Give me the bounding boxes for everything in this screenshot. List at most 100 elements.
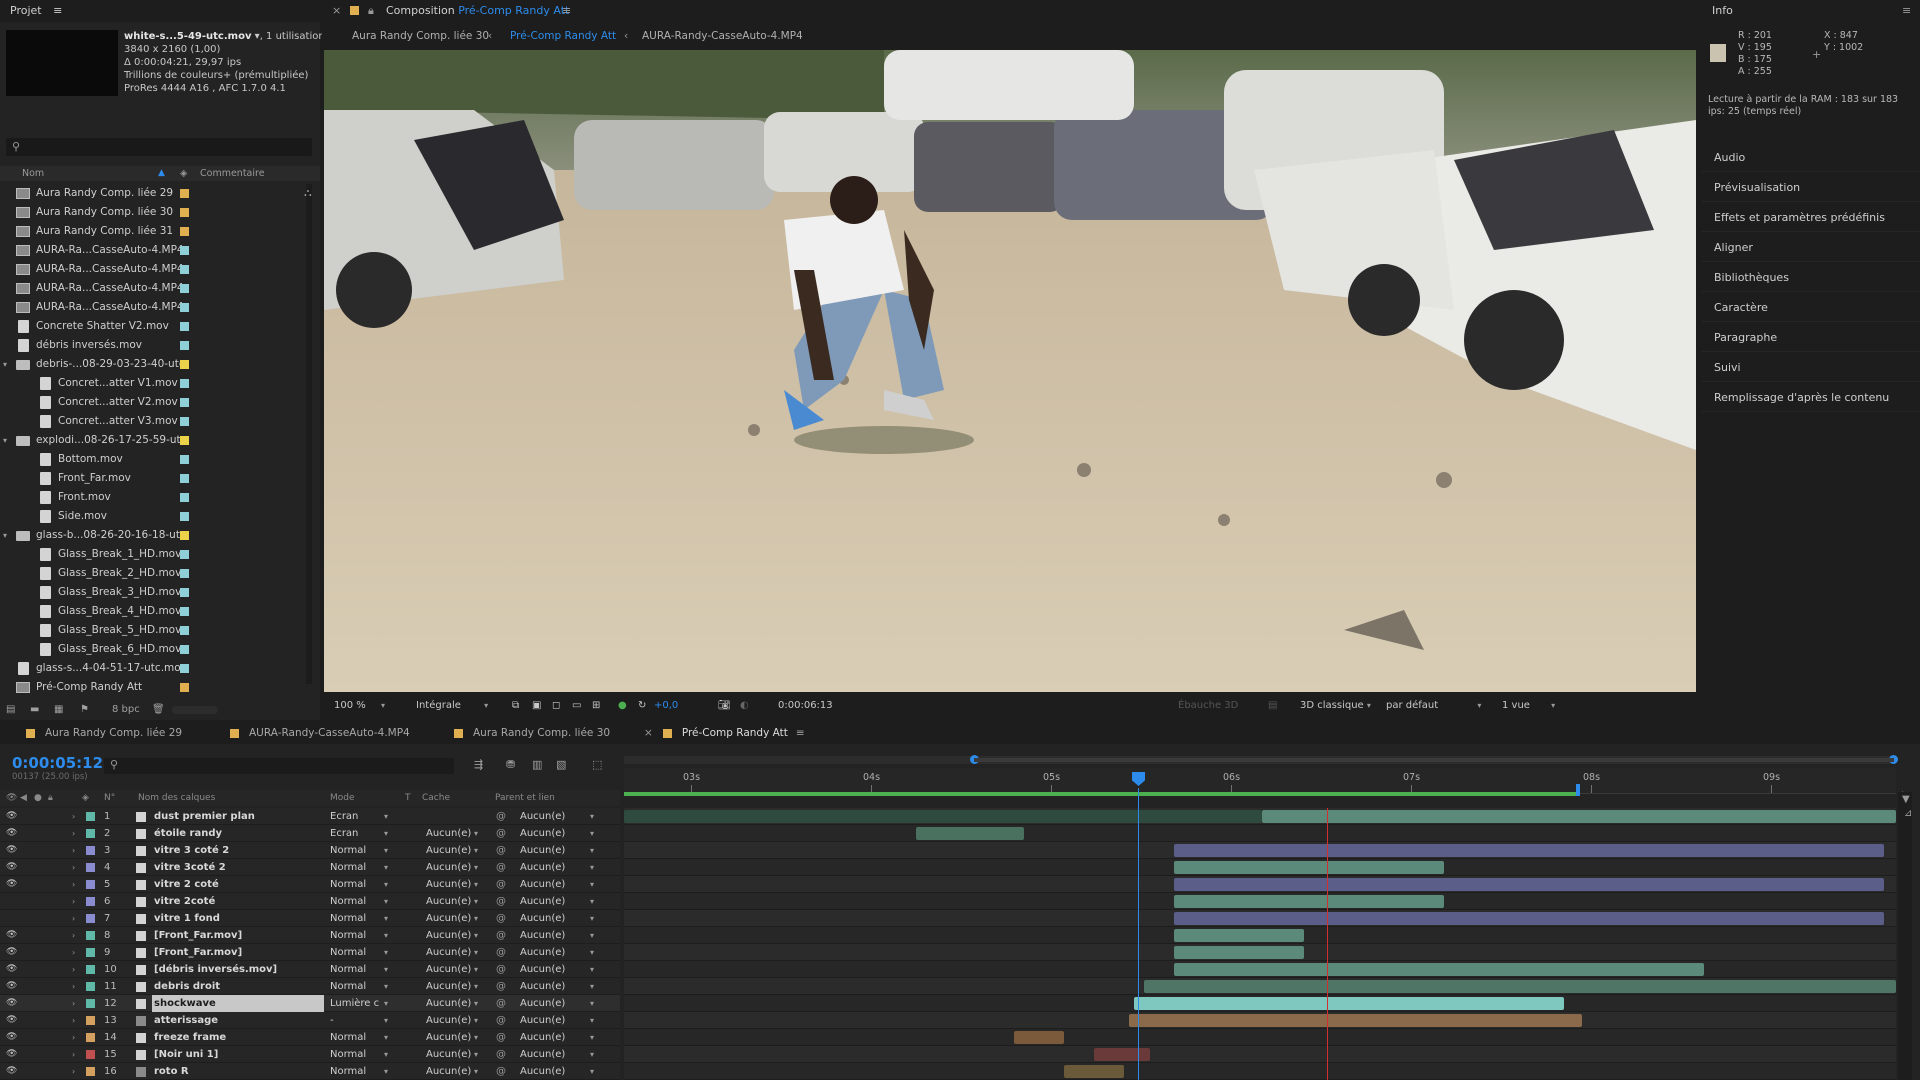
label-color-swatch[interactable] — [180, 379, 189, 388]
layer-name[interactable]: [Noir uni 1] — [152, 1046, 324, 1063]
chevron-down-icon[interactable]: ▾ — [384, 995, 388, 1012]
layer-label-swatch[interactable] — [86, 982, 95, 991]
label-color-swatch[interactable] — [180, 322, 189, 331]
current-timecode[interactable]: 0:00:06:13 — [778, 696, 833, 716]
label-color-swatch[interactable] — [180, 607, 189, 616]
expand-chevron-icon[interactable]: › — [72, 893, 75, 910]
parent-select[interactable]: Aucun(e) — [520, 1046, 565, 1063]
project-item[interactable]: Glass_Break_1_HD.mov — [0, 545, 304, 564]
layer-name[interactable]: [débris inversés.mov] — [152, 961, 324, 978]
num-header[interactable]: N° — [104, 790, 115, 806]
project-search-input[interactable]: ⚲ — [6, 138, 312, 156]
layer-label-swatch[interactable] — [86, 931, 95, 940]
project-item[interactable]: Front.mov — [0, 488, 304, 507]
pick-whip-icon[interactable]: @ — [496, 808, 506, 825]
views-select[interactable]: 1 vue ▾ — [1502, 696, 1566, 716]
project-item[interactable]: Front_Far.mov — [0, 469, 304, 488]
layer-label-swatch[interactable] — [86, 965, 95, 974]
layer-label-swatch[interactable] — [86, 948, 95, 957]
project-item[interactable]: Pré-Comp Randy Att — [0, 678, 304, 697]
label-color-swatch[interactable] — [180, 246, 189, 255]
chevron-down-icon[interactable]: ▾ — [3, 355, 7, 374]
layer-duration-bar[interactable] — [1134, 997, 1564, 1010]
layer-row[interactable]: 👁︎ › 3 vitre 3 coté 2 Normal ▾ Aucun(e) ▾ @ Aucun… — [0, 842, 620, 859]
lock-header-icon[interactable]: 🔒︎ — [48, 790, 53, 806]
chevron-down-icon[interactable]: ▾ — [590, 893, 594, 910]
label-color-swatch[interactable] — [180, 398, 189, 407]
t-header[interactable]: T — [405, 790, 411, 806]
bit-depth-label[interactable]: 8 bpc — [112, 700, 140, 720]
fast-previews-icon[interactable]: ⧉ — [512, 696, 519, 716]
layer-duration-bar[interactable] — [624, 810, 1262, 823]
cache-header[interactable]: Cache — [422, 790, 450, 806]
chevron-down-icon[interactable]: ▾ — [590, 910, 594, 927]
panel-header-1[interactable]: Prévisualisation — [1702, 174, 1920, 202]
pick-whip-icon[interactable]: @ — [496, 910, 506, 927]
label-color-swatch[interactable] — [180, 645, 189, 654]
timeline-tab[interactable]: Aura Randy Comp. liée 29 — [26, 722, 182, 744]
chevron-down-icon[interactable]: ▾ — [384, 893, 388, 910]
parent-select[interactable]: Aucun(e) — [520, 961, 565, 978]
chevron-down-icon[interactable]: ▾ — [590, 1029, 594, 1046]
layer-label-swatch[interactable] — [86, 829, 95, 838]
label-color-swatch[interactable] — [180, 436, 189, 445]
project-item[interactable]: ▾ explodi...08-26-17-25-59-utc — [0, 431, 304, 450]
breadcrumb-item-2[interactable]: Pré-Comp Randy Att — [510, 26, 616, 46]
track-matte-select[interactable]: Aucun(e) — [426, 961, 471, 978]
panel-menu-icon[interactable]: ≡ — [562, 0, 571, 22]
parent-select[interactable]: Aucun(e) — [520, 893, 565, 910]
new-comp-icon[interactable]: ▦ — [54, 700, 63, 720]
timeline-tab[interactable]: AURA-Randy-CasseAuto-4.MP4 — [230, 722, 410, 744]
layer-row[interactable]: 👁︎ › 2 étoile randy Ecran ▾ Aucun(e) ▾ @ Aucun(e)… — [0, 825, 620, 842]
panel-header-0[interactable]: Audio — [1702, 144, 1920, 172]
project-item[interactable]: ▾ debris-...08-29-03-23-40-utc — [0, 355, 304, 374]
project-item[interactable]: AURA-Ra...CasseAuto-4.MP4 — [0, 241, 304, 260]
chevron-down-icon[interactable]: ▾ — [384, 859, 388, 876]
pick-whip-icon[interactable]: @ — [496, 1063, 506, 1080]
pick-whip-icon[interactable]: @ — [496, 876, 506, 893]
track-matte-select[interactable]: Aucun(e) — [426, 825, 471, 842]
parent-select[interactable]: Aucun(e) — [520, 859, 565, 876]
flowchart-icon[interactable]: ⛬ — [304, 186, 312, 200]
track-matte-select[interactable]: Aucun(e) — [426, 927, 471, 944]
layer-label-swatch[interactable] — [86, 1050, 95, 1059]
layer-name[interactable]: vitre 2coté — [152, 893, 324, 910]
timeline-tab[interactable]: Aura Randy Comp. liée 30 — [454, 722, 610, 744]
chevron-down-icon[interactable]: ▾ — [474, 1046, 478, 1063]
renderer-icon[interactable]: ▤ — [1268, 696, 1277, 716]
chevron-down-icon[interactable]: ▾ — [590, 825, 594, 842]
chevron-down-icon[interactable]: ▾ — [474, 995, 478, 1012]
layer-duration-bar[interactable] — [1262, 810, 1896, 823]
project-item[interactable]: Glass_Break_2_HD.mov — [0, 564, 304, 583]
layer-duration-bar[interactable] — [1174, 946, 1304, 959]
playhead-line[interactable] — [1138, 788, 1139, 1080]
camera-select[interactable]: par défaut ▾ — [1386, 696, 1482, 716]
layer-row[interactable]: 👁︎ › 4 vitre 3coté 2 Normal ▾ Aucun(e) ▾ @ Aucun(… — [0, 859, 620, 876]
project-item[interactable]: Concrete Shatter V2.mov — [0, 317, 304, 336]
layer-row[interactable]: 👁︎ › 5 vitre 2 coté Normal ▾ Aucun(e) ▾ @ Aucun(e… — [0, 876, 620, 893]
chevron-down-icon[interactable]: ▾ — [474, 910, 478, 927]
chevron-down-icon[interactable]: ▾ — [384, 808, 388, 825]
pick-whip-icon[interactable]: @ — [496, 978, 506, 995]
lock-icon[interactable]: 🔒︎ — [368, 0, 374, 22]
layer-row[interactable]: 👁︎ › 8 [Front_Far.mov] Normal ▾ Aucun(e) ▾ @ Aucu… — [0, 927, 620, 944]
label-color-swatch[interactable] — [180, 588, 189, 597]
pick-whip-icon[interactable]: @ — [496, 893, 506, 910]
chevron-down-icon[interactable]: ▾ — [384, 927, 388, 944]
chevron-down-icon[interactable]: ▾ — [474, 1063, 478, 1080]
chevron-down-icon[interactable]: ▾ — [474, 893, 478, 910]
layer-name[interactable]: vitre 3 coté 2 — [152, 842, 324, 859]
work-area-bar[interactable] — [624, 792, 1577, 796]
layer-duration-bar[interactable] — [1174, 912, 1884, 925]
timeline-tab[interactable]: × Pré-Comp Randy Att ≡ — [644, 722, 805, 744]
layer-name[interactable]: roto R — [152, 1063, 324, 1080]
expand-chevron-icon[interactable]: › — [72, 876, 75, 893]
exposure-value[interactable]: +0,0 — [654, 696, 678, 716]
chevron-down-icon[interactable]: ▾ — [590, 842, 594, 859]
layer-label-swatch[interactable] — [86, 846, 95, 855]
chevron-down-icon[interactable]: ▾ — [474, 961, 478, 978]
label-color-swatch[interactable] — [180, 341, 189, 350]
draft-3d-icon[interactable]: ⛃ — [506, 758, 515, 771]
composition-flowchart-icon[interactable]: ⇶ — [474, 758, 483, 771]
project-item[interactable]: AURA-Ra...CasseAuto-4.MP4 — [0, 279, 304, 298]
